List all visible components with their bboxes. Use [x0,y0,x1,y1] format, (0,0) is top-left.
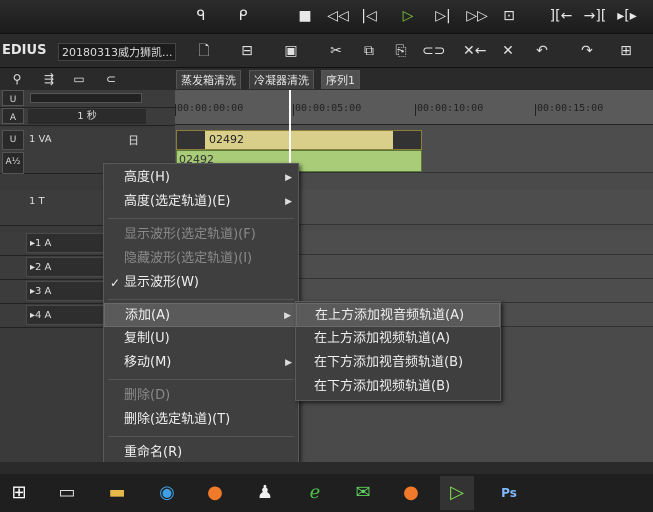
windows-start-icon[interactable]: ⊞ [2,476,36,510]
qq-icon[interactable]: ♟ [248,476,282,510]
track-lock-icon[interactable]: U [2,130,24,150]
mark-out-icon[interactable]: ᑭ [232,5,254,27]
new-file-icon[interactable]: 🗋 [193,40,215,62]
timescale-label[interactable]: 1 秒 [28,109,146,124]
clip-label: 02492 [209,133,244,146]
menu-item-copy[interactable]: 复制(U) [104,327,298,351]
menu-item-delete: 删除(D) [124,388,171,403]
scale-label-row: A 1 秒 [0,108,175,126]
submenu-add-v-below[interactable]: 在下方添加视频轨道(B) [296,375,500,399]
menu-item-add[interactable]: 添加(A) ▶ [104,303,298,327]
submenu-add-v-above[interactable]: 在上方添加视频轨道(A) [296,327,500,351]
copy-icon[interactable]: ⧉ [358,40,380,62]
menu-item-height[interactable]: 高度(H) ▶ [104,166,298,190]
undo-icon[interactable]: ↶ [531,40,553,62]
context-menu: 高度(H) ▶ 高度(选定轨道)(E) ▶ 显示波形(选定轨道)(F) 隐藏波形(选… [103,163,299,468]
grid-icon[interactable]: ⊞ [615,40,637,62]
video-flag[interactable]: 日 [128,132,139,148]
ruler-label: 00:00:15:00 [537,103,604,114]
fast-forward-icon[interactable]: ▷▷ [463,5,491,27]
scroll-icon[interactable]: U [2,90,24,106]
check-icon: ✓ [110,276,121,290]
play-icon[interactable]: ▷ [397,5,419,27]
project-name[interactable]: 20180313威力狮凯... [58,43,176,61]
mark-in-icon[interactable]: ᑫ [190,5,212,27]
photoshop-icon[interactable]: Ps [492,476,526,510]
add-submenu: 在上方添加视音频轨道(A) 在上方添加视频轨道(A) 在下方添加视音频轨道(B)… [295,301,501,401]
link-icon[interactable]: ⊂⊃ [422,40,445,62]
step-forward-icon[interactable]: ▷| [432,5,454,27]
track-patch-icon[interactable]: A½ [2,152,24,174]
jump-out-icon[interactable]: →][ [582,5,608,27]
edius-icon[interactable]: ▷ [440,476,474,510]
menu-item-move[interactable]: 移动(M) ▶ [104,351,298,375]
clip-thumbnail [177,131,205,149]
tab-sequence-1[interactable]: 序列1 [321,70,360,89]
submenu-arrow-icon: ▶ [285,197,292,207]
status-bar [0,462,653,474]
delete-icon[interactable]: ✕ [497,40,519,62]
browser-icon[interactable]: ◉ [150,476,184,510]
tab-sequence-evaporator[interactable]: 蒸发箱清洗 [176,70,241,89]
scale-lock-icon[interactable]: A [2,108,24,124]
submenu-arrow-icon: ▶ [285,173,292,183]
save-icon[interactable]: ▣ [280,40,302,62]
stop-icon[interactable]: ■ [294,5,316,27]
timeline-ruler[interactable]: 00:00:00:00 00:00:05:00 00:00:10:00 00:0… [175,90,653,125]
trim-icon[interactable]: ▸[▸ [614,5,640,27]
scale-row: U [0,90,175,108]
ripple-delete-icon[interactable]: ✕← [463,40,486,62]
transport-bar: ᑫ ᑭ ■ ◁◁ |◁ ▷ ▷| ▷▷ ⊡ ][← →][ ▸[▸ [0,0,653,34]
clip-thumbnail [393,131,421,149]
ruler-label: 00:00:00:00 [177,103,244,114]
tab-sequence-condenser[interactable]: 冷凝器清洗 [249,70,314,89]
mode-icon[interactable]: ⚲ [6,68,28,90]
submenu-add-va-above[interactable]: 在上方添加视音频轨道(A) [296,303,500,327]
video-clip[interactable]: 02492 [176,130,422,150]
menu-item-show-waveform[interactable]: ✓ 显示波形(W) [104,271,298,295]
jump-in-icon[interactable]: ][← [548,5,574,27]
menu-item-height-selected[interactable]: 高度(选定轨道)(E) ▶ [104,190,298,214]
app-logo: EDIUS [2,43,47,58]
wechat-icon[interactable]: ✉ [346,476,380,510]
link-toggle-icon[interactable]: ⊂ [100,68,122,90]
submenu-arrow-icon: ▶ [284,311,291,321]
file-explorer-icon[interactable]: ▬ [100,476,134,510]
monitor-icon[interactable]: ▭ [68,68,90,90]
zoom-slider[interactable] [30,93,142,103]
menu-item-delete-selected[interactable]: 删除(选定轨道)(T) [104,408,298,432]
menu-item-hide-waveform-selected: 隐藏波形(选定轨道)(I) [124,251,253,266]
ie-icon[interactable]: ℯ [298,476,332,510]
loop-icon[interactable]: ⊡ [498,5,520,27]
firefox-icon[interactable]: ● [198,476,232,510]
submenu-arrow-icon: ▶ [285,358,292,368]
step-back-icon[interactable]: |◁ [358,5,380,27]
firefox-icon[interactable]: ● [394,476,428,510]
task-view-icon[interactable]: ▭ [50,476,84,510]
ruler-label: 00:00:10:00 [417,103,484,114]
open-icon[interactable]: ⊟ [236,40,258,62]
submenu-add-va-below[interactable]: 在下方添加视音频轨道(B) [296,351,500,375]
rewind-icon[interactable]: ◁◁ [324,5,352,27]
split-icon[interactable]: ⇶ [38,68,60,90]
redo-icon[interactable]: ↷ [576,40,598,62]
paste-icon[interactable]: ⎘ [390,40,412,62]
menu-item-show-waveform-selected: 显示波形(选定轨道)(F) [124,227,256,242]
cut-icon[interactable]: ✂ [325,40,347,62]
ruler-label: 00:00:05:00 [295,103,362,114]
